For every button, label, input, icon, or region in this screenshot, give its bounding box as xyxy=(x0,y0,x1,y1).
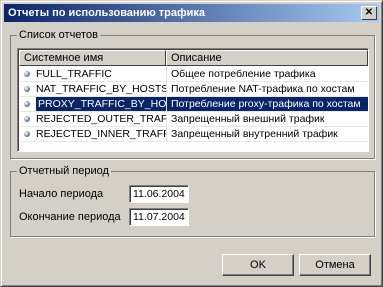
dialog-window: Отчеты по использованию трафика ✕ Список… xyxy=(0,0,383,287)
report-system-name: NAT_TRAFFIC_BY_HOSTS xyxy=(36,82,166,95)
reports-group-label: Список отчетов xyxy=(17,29,100,41)
ok-button[interactable]: OK xyxy=(222,254,294,276)
report-name-cell: REJECTED_OUTER_TRAFFIC xyxy=(19,112,166,127)
report-row[interactable]: FULL_TRAFFIC Общее потребление трафика xyxy=(19,67,368,82)
end-date-label: Окончание периода xyxy=(19,211,121,223)
report-name-cell: REJECTED_INNER_TRAFFIC xyxy=(19,127,166,142)
report-description: Общее потребление трафика xyxy=(166,67,368,82)
report-system-name: REJECTED_INNER_TRAFFIC xyxy=(36,127,166,140)
report-system-name: FULL_TRAFFIC xyxy=(36,67,112,80)
report-description: Потребление proxy-трафика по хостам xyxy=(166,97,368,112)
report-item-icon xyxy=(24,131,30,137)
reports-list[interactable]: Системное имя Описание FULL_TRAFFIC Общее… xyxy=(17,48,369,152)
title-bar[interactable]: Отчеты по использованию трафика ✕ xyxy=(4,4,379,22)
column-header-description[interactable]: Описание xyxy=(166,50,368,66)
report-system-name: REJECTED_OUTER_TRAFFIC xyxy=(36,112,166,125)
column-header-system-name[interactable]: Системное имя xyxy=(19,50,166,66)
period-group: Отчетный период Начало периода 11.06.200… xyxy=(10,165,375,237)
reports-list-rows: FULL_TRAFFIC Общее потребление трафика NAT… xyxy=(19,67,368,142)
reports-group: Список отчетов Системное имя Описание FU… xyxy=(10,29,375,159)
report-row[interactable]: NAT_TRAFFIC_BY_HOSTS Потребление NAT-траф… xyxy=(19,82,368,97)
start-date-label: Начало периода xyxy=(19,188,104,200)
report-item-icon xyxy=(24,116,30,122)
report-row[interactable]: REJECTED_INNER_TRAFFIC Запрещенный внутре… xyxy=(19,127,368,142)
report-name-cell: NAT_TRAFFIC_BY_HOSTS xyxy=(19,82,166,97)
report-description: Потребление NAT-трафика по хостам xyxy=(166,82,368,97)
report-row[interactable]: PROXY_TRAFFIC_BY_HOSTSПотребление proxy-… xyxy=(19,97,368,112)
close-button[interactable]: ✕ xyxy=(361,6,377,20)
window-title: Отчеты по использованию трафика xyxy=(8,7,206,19)
report-name-cell: PROXY_TRAFFIC_BY_HOSTS xyxy=(19,97,166,112)
close-icon: ✕ xyxy=(364,7,374,18)
report-item-icon xyxy=(24,101,30,107)
report-description: Запрещенный внутренний трафик xyxy=(166,127,368,142)
start-date-input[interactable]: 11.06.2004 xyxy=(129,185,189,203)
reports-list-header: Системное имя Описание xyxy=(19,50,368,66)
report-item-icon xyxy=(24,86,30,92)
cancel-button[interactable]: Отмена xyxy=(299,254,371,276)
report-row[interactable]: REJECTED_OUTER_TRAFFICЗапрещенный внешни… xyxy=(19,112,368,127)
report-description: Запрещенный внешний трафик xyxy=(166,112,368,127)
report-item-icon xyxy=(24,71,30,77)
period-group-label: Отчетный период xyxy=(17,165,111,177)
end-date-input[interactable]: 11.07.2004 xyxy=(129,208,189,226)
report-system-name: PROXY_TRAFFIC_BY_HOSTS xyxy=(36,97,166,111)
report-name-cell: FULL_TRAFFIC xyxy=(19,67,166,82)
